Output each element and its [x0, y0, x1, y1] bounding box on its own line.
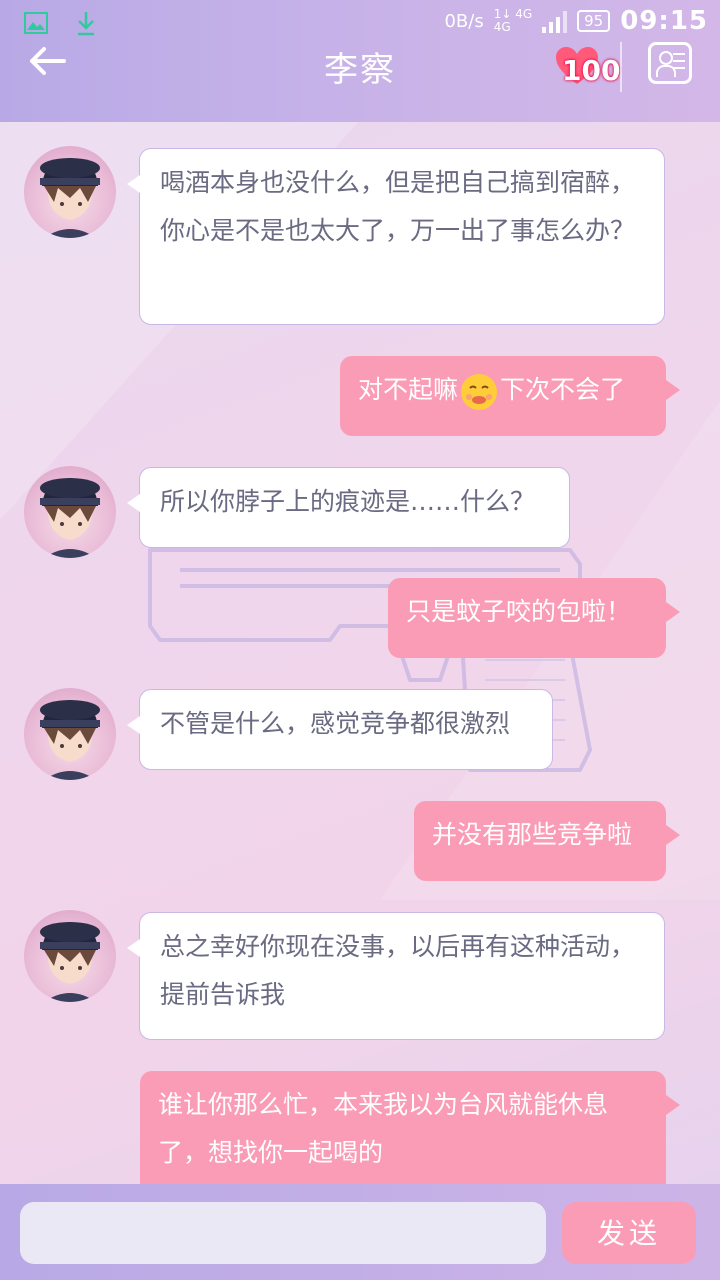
embarrassed-face-emoji [461, 374, 498, 410]
clock: 09:15 [620, 6, 708, 36]
received-message[interactable]: 所以你脖子上的痕迹是……什么？ [127, 467, 570, 548]
message-text: 总之幸好你现在没事，以后再有这种活动，提前告诉我 [160, 932, 636, 1009]
input-bar: 发送 [0, 1184, 720, 1280]
received-message[interactable]: 喝酒本身也没什么，但是把自己搞到宿醉，你心是不是也太大了，万一出了事怎么办？ [127, 148, 665, 325]
contact-avatar[interactable] [24, 688, 116, 780]
message-text: 喝酒本身也没什么，但是把自己搞到宿醉，你心是不是也太大了，万一出了事怎么办？ [160, 168, 636, 245]
header-divider [620, 42, 622, 92]
contact-avatar[interactable] [24, 910, 116, 1002]
contact-card-icon[interactable] [648, 42, 692, 84]
message-input[interactable] [20, 1202, 546, 1264]
gallery-icon [24, 10, 48, 36]
sent-message[interactable]: 并没有那些竞争啦 [414, 801, 680, 881]
download-icon [74, 10, 98, 36]
received-message[interactable]: 总之幸好你现在没事，以后再有这种活动，提前告诉我 [127, 912, 665, 1040]
affection-indicator[interactable]: 100 [552, 46, 620, 87]
message-text: 所以你脖子上的痕迹是……什么？ [160, 487, 536, 516]
message-text: 谁让你那么忙，本来我以为台风就能休息了，想找你一起喝的 [158, 1090, 609, 1167]
sent-message[interactable]: 只是蚊子咬的包啦！ [388, 578, 680, 658]
message-text: 下次不会了 [500, 375, 626, 404]
sent-message[interactable]: 谁让你那么忙，本来我以为台风就能休息了，想找你一起喝的 [140, 1071, 680, 1199]
contact-avatar[interactable] [24, 466, 116, 558]
sent-message[interactable]: 对不起嘛 下次不会了 [340, 356, 680, 436]
contact-avatar[interactable] [24, 146, 116, 238]
received-message[interactable]: 不管是什么，感觉竞争都很激烈 [127, 689, 553, 770]
message-text: 对不起嘛 [358, 375, 459, 404]
message-text: 只是蚊子咬的包啦！ [406, 597, 632, 626]
network-type: 1↓ 4G 4G [493, 7, 533, 34]
affection-count: 100 [562, 54, 621, 87]
message-text: 不管是什么，感觉竞争都很激烈 [160, 709, 511, 738]
send-button[interactable]: 发送 [562, 1202, 696, 1264]
status-bar: 0B/s 1↓ 4G 4G 95 09:15 [0, 0, 720, 48]
signal-bars-icon [542, 9, 568, 33]
battery-icon: 95 [577, 10, 611, 32]
net-speed: 0B/s [444, 10, 484, 32]
message-text: 并没有那些竞争啦 [432, 820, 633, 849]
